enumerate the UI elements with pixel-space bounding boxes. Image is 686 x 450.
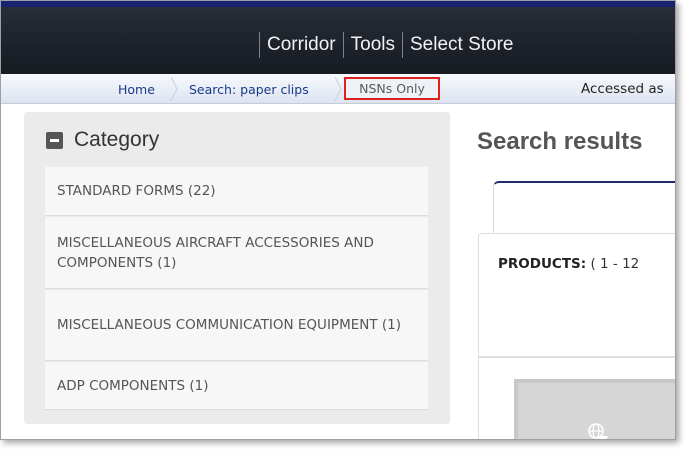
products-label: PRODUCTS: (498, 256, 587, 272)
category-item-label: ADP COMPONENTS (1) (57, 377, 209, 394)
nav-item-select-store[interactable]: Select Store (403, 32, 521, 58)
products-panel: PRODUCTS: ( 1 - 12 (478, 233, 675, 357)
category-item-standard-forms[interactable]: STANDARD FORMS (22) (45, 167, 428, 216)
products-range: ( 1 - 12 (590, 256, 640, 272)
nav-item-corridor[interactable]: Corridor (260, 32, 343, 58)
nav-item-tools[interactable]: Tools (344, 32, 402, 58)
collapse-minus-icon[interactable] (46, 131, 63, 149)
breadcrumb-chevron-icon (334, 77, 342, 101)
category-item-label: STANDARD FORMS (22) (57, 183, 216, 199)
breadcrumb-nsns-only-filter[interactable]: NSNs Only (344, 77, 440, 100)
breadcrumb-chevron-icon (170, 77, 178, 101)
search-results-title: Search results (477, 128, 643, 155)
category-item-label: MISCELLANEOUS COMMUNICATION EQUIPMENT (1… (57, 317, 401, 333)
category-title: Category (74, 128, 160, 151)
category-panel: Category STANDARD FORMS (22) MISCELLANEO… (24, 112, 450, 424)
breadcrumb-home-link[interactable]: Home (118, 82, 155, 97)
top-navbar: Corridor Tools Select Store (1, 1, 675, 74)
breadcrumb-search-link[interactable]: Search: paper clips (189, 82, 309, 97)
category-item-adp-components[interactable]: ADP COMPONENTS (1) (45, 362, 428, 410)
results-tab[interactable] (493, 181, 675, 241)
accessed-as-text: Accessed as (581, 81, 664, 97)
category-header: Category (46, 128, 159, 152)
navbar-accent-stripe (1, 1, 675, 7)
breadcrumb: Home Search: paper clips NSNs Only Acces… (1, 74, 675, 104)
browser-frame: Corridor Tools Select Store Home Search:… (0, 0, 676, 440)
category-item-misc-communication[interactable]: MISCELLANEOUS COMMUNICATION EQUIPMENT (1… (45, 290, 428, 361)
category-list: STANDARD FORMS (22) MISCELLANEOUS AIRCRA… (45, 167, 428, 411)
main-nav: Corridor Tools Select Store (259, 32, 520, 58)
globe-cart-icon (585, 421, 609, 439)
category-item-label: MISCELLANEOUS AIRCRAFT ACCESSORIES AND C… (57, 234, 374, 271)
category-item-misc-aircraft[interactable]: MISCELLANEOUS AIRCRAFT ACCESSORIES AND C… (45, 217, 428, 289)
products-count: PRODUCTS: ( 1 - 12 (498, 256, 639, 272)
